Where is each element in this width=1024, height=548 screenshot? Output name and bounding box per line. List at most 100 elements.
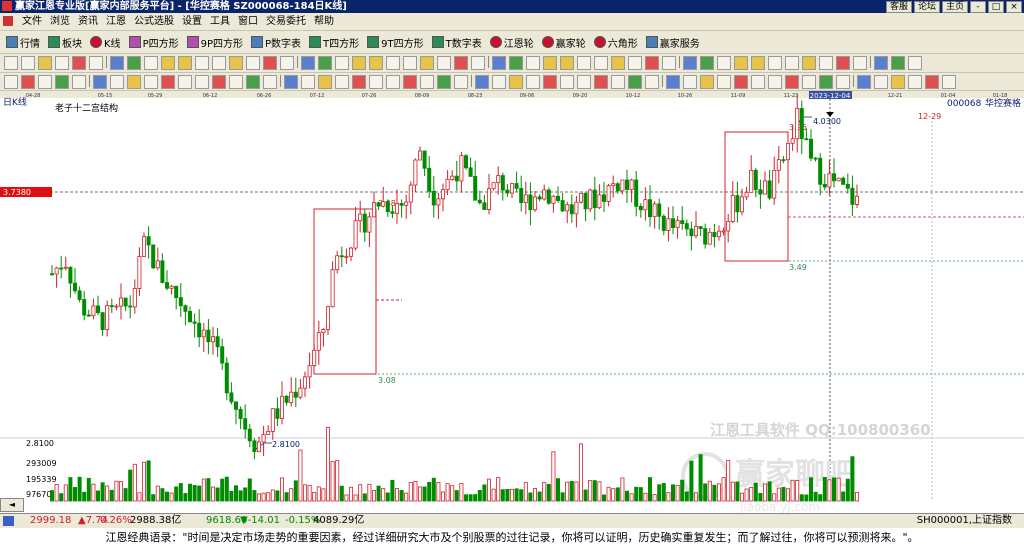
draw-tool-icon-1[interactable] (21, 75, 35, 89)
period-tool-icon-29[interactable] (471, 56, 485, 70)
period-tool-icon-3[interactable] (55, 56, 69, 70)
draw-tool-icon-21[interactable] (335, 75, 349, 89)
menu-tools[interactable]: 工具 (206, 13, 234, 30)
sector-tool[interactable]: 板块 (46, 34, 84, 50)
period-tool-icon-45[interactable] (717, 56, 731, 70)
draw-tool-icon-56[interactable] (891, 75, 905, 89)
period-tool-icon-49[interactable] (785, 56, 799, 70)
p-number-table-tool[interactable]: P数字表 (249, 34, 303, 50)
menu-formula-select[interactable]: 公式选股 (130, 13, 178, 30)
draw-tool-icon-48[interactable] (768, 75, 782, 89)
draw-tool-icon-45[interactable] (717, 75, 731, 89)
menu-browse[interactable]: 浏览 (46, 13, 74, 30)
period-tool-icon-24[interactable] (386, 56, 400, 70)
draw-tool-icon-59[interactable] (942, 75, 956, 89)
period-tool-icon-57[interactable] (908, 56, 922, 70)
draw-tool-icon-27[interactable] (437, 75, 451, 89)
draw-tool-icon-4[interactable] (72, 75, 86, 89)
scroll-left-button[interactable]: ◄ (0, 498, 24, 512)
period-tool-icon-25[interactable] (403, 56, 417, 70)
period-tool-icon-44[interactable] (700, 56, 714, 70)
draw-tool-icon-15[interactable] (246, 75, 260, 89)
period-tool-icon-23[interactable] (369, 56, 383, 70)
draw-tool-icon-40[interactable] (645, 75, 659, 89)
draw-tool-icon-11[interactable] (178, 75, 192, 89)
p-square-tool[interactable]: P四方形 (127, 34, 181, 50)
period-tool-icon-12[interactable] (195, 56, 209, 70)
period-tool-icon-50[interactable] (802, 56, 816, 70)
draw-tool-icon-18[interactable] (284, 75, 298, 89)
period-tool-icon-19[interactable] (301, 56, 315, 70)
period-tool-icon-20[interactable] (318, 56, 332, 70)
draw-tool-icon-26[interactable] (420, 75, 434, 89)
period-tool-icon-21[interactable] (335, 56, 349, 70)
period-tool-icon-41[interactable] (662, 56, 676, 70)
period-tool-icon-40[interactable] (645, 56, 659, 70)
period-tool-icon-53[interactable] (853, 56, 867, 70)
draw-tool-icon-28[interactable] (454, 75, 468, 89)
period-tool-icon-17[interactable] (280, 56, 294, 70)
menu-help[interactable]: 帮助 (310, 13, 338, 30)
period-tool-icon-37[interactable] (594, 56, 608, 70)
period-tool-icon-48[interactable] (768, 56, 782, 70)
menu-gann[interactable]: 江恩 (102, 13, 130, 30)
9t-square-tool[interactable]: 9T四方形 (365, 34, 425, 50)
draw-tool-icon-33[interactable] (526, 75, 540, 89)
draw-tool-icon-24[interactable] (386, 75, 400, 89)
draw-tool-icon-55[interactable] (874, 75, 888, 89)
draw-tool-icon-8[interactable] (127, 75, 141, 89)
draw-tool-icon-35[interactable] (560, 75, 574, 89)
t-square-tool[interactable]: T四方形 (307, 34, 361, 50)
draw-tool-icon-3[interactable] (55, 75, 69, 89)
period-tool-icon-5[interactable] (89, 56, 103, 70)
draw-tool-icon-23[interactable] (369, 75, 383, 89)
draw-tool-icon-6[interactable] (93, 75, 107, 89)
period-tool-icon-28[interactable] (454, 56, 468, 70)
draw-tool-icon-13[interactable] (212, 75, 226, 89)
draw-tool-icon-57[interactable] (908, 75, 922, 89)
draw-tool-icon-25[interactable] (403, 75, 417, 89)
period-tool-icon-22[interactable] (352, 56, 366, 70)
period-tool-icon-36[interactable] (577, 56, 591, 70)
draw-tool-icon-51[interactable] (819, 75, 833, 89)
menu-trade[interactable]: 交易委托 (262, 13, 310, 30)
draw-tool-icon-10[interactable] (161, 75, 175, 89)
kline-chart[interactable]: 04-28 05-15 05-29 06-12 06-26 07-12 07-26 08-09… (0, 91, 1024, 516)
period-tool-icon-8[interactable] (127, 56, 141, 70)
period-tool-icon-56[interactable] (891, 56, 905, 70)
kline-tool[interactable]: K线 (88, 34, 123, 50)
draw-tool-icon-0[interactable] (4, 75, 18, 89)
draw-tool-icon-30[interactable] (475, 75, 489, 89)
period-tool-icon-13[interactable] (212, 56, 226, 70)
draw-tool-icon-47[interactable] (751, 75, 765, 89)
draw-tool-icon-22[interactable] (352, 75, 366, 89)
quotes-tool[interactable]: 行情 (4, 34, 42, 50)
draw-tool-icon-58[interactable] (925, 75, 939, 89)
period-tool-icon-16[interactable] (263, 56, 277, 70)
gann-wheel-tool[interactable]: 江恩轮 (488, 34, 536, 50)
service-link[interactable]: 客服 (885, 1, 912, 13)
home-link[interactable]: 主页 (941, 1, 968, 13)
draw-tool-icon-2[interactable] (38, 75, 52, 89)
menu-settings[interactable]: 设置 (178, 13, 206, 30)
period-tool-icon-15[interactable] (246, 56, 260, 70)
period-tool-icon-2[interactable] (38, 56, 52, 70)
draw-tool-icon-31[interactable] (492, 75, 506, 89)
draw-tool-icon-46[interactable] (734, 75, 748, 89)
period-tool-icon-39[interactable] (628, 56, 642, 70)
9p-square-tool[interactable]: 9P四方形 (185, 34, 245, 50)
draw-tool-icon-9[interactable] (144, 75, 158, 89)
index-selector[interactable]: SH000001,上证指数 (917, 514, 1012, 528)
period-tool-icon-46[interactable] (734, 56, 748, 70)
period-tool-icon-4[interactable] (72, 56, 86, 70)
maximize-button[interactable]: □ (988, 1, 1004, 13)
period-tool-icon-47[interactable] (751, 56, 765, 70)
draw-tool-icon-44[interactable] (700, 75, 714, 89)
kline-chart-svg[interactable]: 04-28 05-15 05-29 06-12 06-26 07-12 07-26 08-09… (0, 91, 1024, 514)
draw-tool-icon-42[interactable] (666, 75, 680, 89)
draw-tool-icon-7[interactable] (110, 75, 124, 89)
draw-tool-icon-50[interactable] (802, 75, 816, 89)
period-tool-icon-27[interactable] (437, 56, 451, 70)
period-tool-icon-26[interactable] (420, 56, 434, 70)
period-tool-icon-51[interactable] (819, 56, 833, 70)
